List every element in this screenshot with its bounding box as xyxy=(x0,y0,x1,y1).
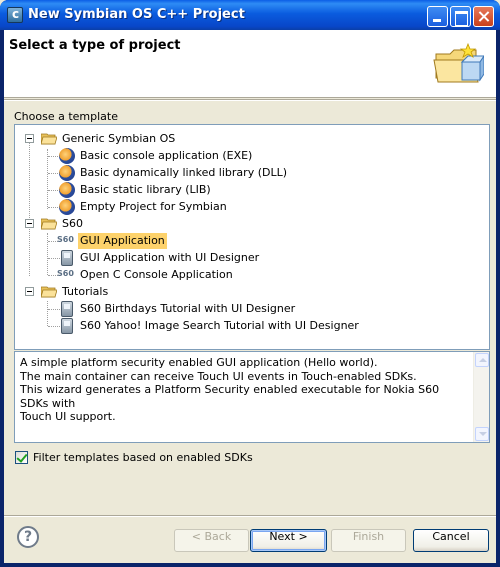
collapse-icon[interactable] xyxy=(25,134,34,143)
description-scrollbar[interactable] xyxy=(473,352,489,442)
folder-open-icon xyxy=(41,286,57,298)
description-text: A simple platform security enabled GUI a… xyxy=(20,356,440,423)
tree-item[interactable]: Basic static library (LIB) xyxy=(15,182,275,198)
phone-icon xyxy=(61,318,73,334)
collapse-icon[interactable] xyxy=(25,219,34,228)
next-button[interactable]: Next > xyxy=(250,529,327,552)
maximize-button[interactable] xyxy=(450,6,471,27)
tree-group-label: Tutorials xyxy=(62,285,109,298)
tree-item[interactable]: Basic dynamically linked library (DLL) xyxy=(15,165,287,181)
s60-icon: S60 xyxy=(57,269,74,278)
tree-item[interactable]: GUI Application with UI Designer xyxy=(15,250,275,266)
cancel-button[interactable]: Cancel xyxy=(413,529,489,552)
page-title: Select a type of project xyxy=(9,38,181,53)
wizard-banner: Select a type of project xyxy=(4,30,496,98)
phone-icon xyxy=(61,301,73,317)
tree-item-label: Basic static library (LIB) xyxy=(80,183,211,196)
wizard-client-area: Select a type of project Choose a templa… xyxy=(4,30,496,563)
tree-group-s60[interactable]: S60 xyxy=(15,216,215,232)
button-bar-separator xyxy=(4,515,496,517)
carbide-c-icon xyxy=(7,7,23,23)
tree-item[interactable]: Empty Project for Symbian xyxy=(15,199,275,215)
tree-group-tutorials[interactable]: Tutorials xyxy=(15,284,215,300)
tree-item[interactable]: S60 Open C Console Application xyxy=(15,267,275,283)
tree-guide-line xyxy=(48,258,60,259)
new-folder-wizard-icon xyxy=(433,42,484,83)
tree-item-selected[interactable]: S60 GUI Application xyxy=(15,233,215,249)
s60-icon: S60 xyxy=(57,235,74,244)
eclipse-icon xyxy=(59,199,75,215)
tree-item-label: S60 Birthdays Tutorial with UI Designer xyxy=(80,302,296,315)
scroll-up-icon[interactable] xyxy=(475,353,489,367)
tree-item-label: Open C Console Application xyxy=(80,268,233,281)
back-button[interactable]: < Back xyxy=(174,529,249,552)
tree-guide-line xyxy=(48,326,60,327)
tree-item-label: GUI Application with UI Designer xyxy=(80,251,260,264)
filter-checkbox-label[interactable]: Filter templates based on enabled SDKs xyxy=(33,451,253,464)
template-description: A simple platform security enabled GUI a… xyxy=(14,351,490,443)
finish-button[interactable]: Finish xyxy=(331,529,406,552)
scroll-down-icon[interactable] xyxy=(475,427,489,441)
help-button[interactable]: ? xyxy=(17,526,39,548)
tree-item-label: GUI Application xyxy=(78,233,167,249)
tree-group-label: S60 xyxy=(62,217,83,230)
tree-item-label: S60 Yahoo! Image Search Tutorial with UI… xyxy=(80,319,359,332)
tree-guide-line xyxy=(48,309,60,310)
minimize-button[interactable] xyxy=(427,6,448,27)
tree-item[interactable]: S60 Birthdays Tutorial with UI Designer xyxy=(15,301,315,317)
eclipse-icon xyxy=(59,148,75,164)
wizard-window: New Symbian OS C++ Project Select a type… xyxy=(0,0,500,567)
title-bar[interactable]: New Symbian OS C++ Project xyxy=(0,0,500,30)
tree-item[interactable]: S60 Yahoo! Image Search Tutorial with UI… xyxy=(15,318,359,334)
tree-item-label: Basic dynamically linked library (DLL) xyxy=(80,166,288,179)
tree-item-label: Empty Project for Symbian xyxy=(80,200,227,213)
filter-checkbox[interactable] xyxy=(15,451,28,464)
folder-open-icon xyxy=(41,218,57,230)
eclipse-icon xyxy=(59,165,75,181)
tree-group-label: Generic Symbian OS xyxy=(62,132,176,145)
tree-group-generic-symbian-os[interactable]: Generic Symbian OS xyxy=(15,131,215,147)
window-title: New Symbian OS C++ Project xyxy=(28,7,245,22)
template-tree[interactable]: Generic Symbian OS Basic console applica… xyxy=(14,124,490,350)
choose-template-label: Choose a template xyxy=(14,110,119,123)
collapse-icon[interactable] xyxy=(25,287,34,296)
tree-item[interactable]: Basic console application (EXE) xyxy=(15,148,275,164)
tree-item-label: Basic console application (EXE) xyxy=(80,149,253,162)
phone-icon xyxy=(61,250,73,266)
eclipse-icon xyxy=(59,182,75,198)
close-button[interactable] xyxy=(473,6,494,27)
folder-open-icon xyxy=(41,133,57,145)
banner-separator xyxy=(4,99,496,101)
